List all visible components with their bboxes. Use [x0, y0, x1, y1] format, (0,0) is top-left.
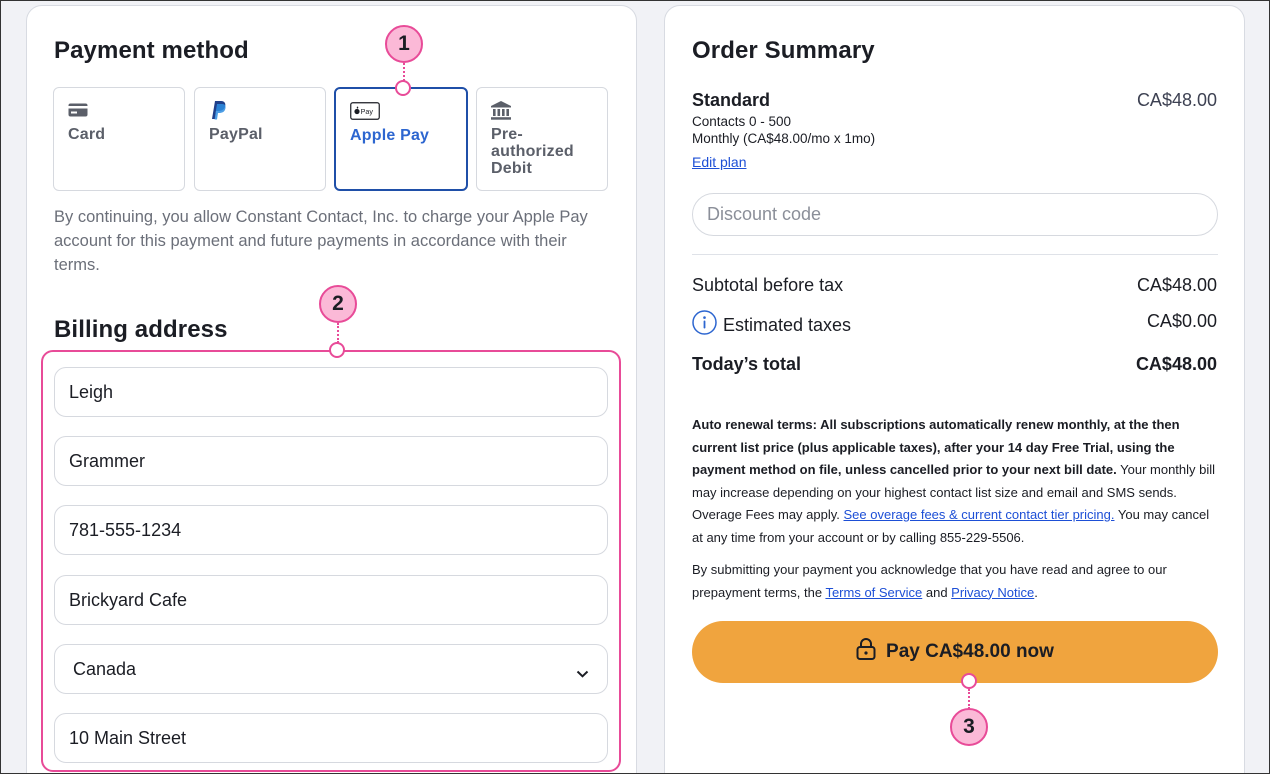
payment-method-title: Payment method [54, 37, 249, 64]
discount-code-input[interactable]: Discount code [692, 193, 1218, 236]
order-summary-title: Order Summary [692, 37, 875, 64]
billing-address-title: Billing address [54, 316, 228, 343]
subtotal-value: CA$48.00 [1136, 275, 1217, 295]
apple-pay-terms: By continuing, you allow Constant Contac… [54, 208, 588, 274]
divider [692, 254, 1218, 255]
plan-price: CA$48.00 [1136, 90, 1217, 110]
plan-name: Standard [692, 90, 771, 110]
payment-option-label: Pre-authorized Debit [491, 126, 574, 177]
payment-option-label: Apple Pay [350, 127, 430, 144]
payment-option-apple-pay[interactable]: Pay Apple Pay [334, 87, 468, 191]
lock-icon [856, 638, 876, 666]
estimated-taxes-label: Estimated taxes [723, 315, 852, 335]
annotation-dot [329, 342, 345, 358]
bank-icon [491, 100, 593, 120]
acknowledgement-terms: By submitting your payment you acknowled… [692, 559, 1222, 604]
company-field[interactable]: Brickyard Cafe [54, 575, 608, 625]
annotation-connector [968, 689, 970, 709]
plan-contacts: Contacts 0 - 500 [692, 114, 792, 129]
auto-renewal-terms-bold: Auto renewal terms: All subscriptions au… [692, 417, 1180, 477]
country-select[interactable]: Canada [54, 644, 608, 694]
first-name-field[interactable]: Leigh [54, 367, 608, 417]
apple-pay-icon: Pay [350, 101, 452, 121]
chevron-down-icon [576, 662, 589, 683]
payment-option-paypal[interactable]: PayPal [194, 87, 326, 191]
payment-option-label: Card [68, 126, 106, 143]
annotation-connector [337, 323, 339, 343]
estimated-taxes-value: CA$0.00 [1146, 311, 1217, 331]
plan-billing-cycle: Monthly (CA$48.00/mo x 1mo) [692, 131, 876, 146]
last-name-field[interactable]: Grammer [54, 436, 608, 486]
annotation-badge-3: 3 [950, 708, 988, 746]
svg-text:Pay: Pay [361, 107, 374, 116]
payment-option-label: PayPal [209, 126, 263, 143]
subtotal-label: Subtotal before tax [692, 275, 844, 295]
total-label: Today’s total [692, 354, 802, 374]
payment-option-pre-authorized-debit[interactable]: Pre-authorized Debit [476, 87, 608, 191]
pay-now-button-label: Pay CA$48.00 now [886, 641, 1054, 662]
auto-renewal-terms: Auto renewal terms: All subscriptions au… [692, 414, 1222, 549]
street-field[interactable]: 10 Main Street [54, 713, 608, 763]
annotation-dot [961, 673, 977, 689]
terms-of-service-link[interactable]: Terms of Service [825, 585, 922, 600]
paypal-icon [209, 100, 311, 120]
annotation-dot [395, 80, 411, 96]
payment-option-card[interactable]: Card [53, 87, 185, 191]
pay-now-button[interactable]: Pay CA$48.00 now [692, 621, 1218, 683]
and-text: and [922, 584, 952, 600]
country-select-value: Canada [73, 658, 137, 679]
period-text: . [1034, 584, 1038, 600]
annotation-badge-1: 1 [385, 25, 423, 63]
info-icon[interactable] [692, 310, 717, 340]
overage-fees-link[interactable]: See overage fees & current contact tier … [844, 507, 1115, 522]
credit-card-icon [68, 100, 170, 120]
annotation-connector [403, 63, 405, 81]
privacy-notice-link[interactable]: Privacy Notice [951, 585, 1034, 600]
total-value: CA$48.00 [1135, 354, 1217, 374]
edit-plan-link[interactable]: Edit plan [692, 154, 746, 170]
annotation-badge-2: 2 [319, 285, 357, 323]
phone-field[interactable]: 781-555-1234 [54, 505, 608, 555]
